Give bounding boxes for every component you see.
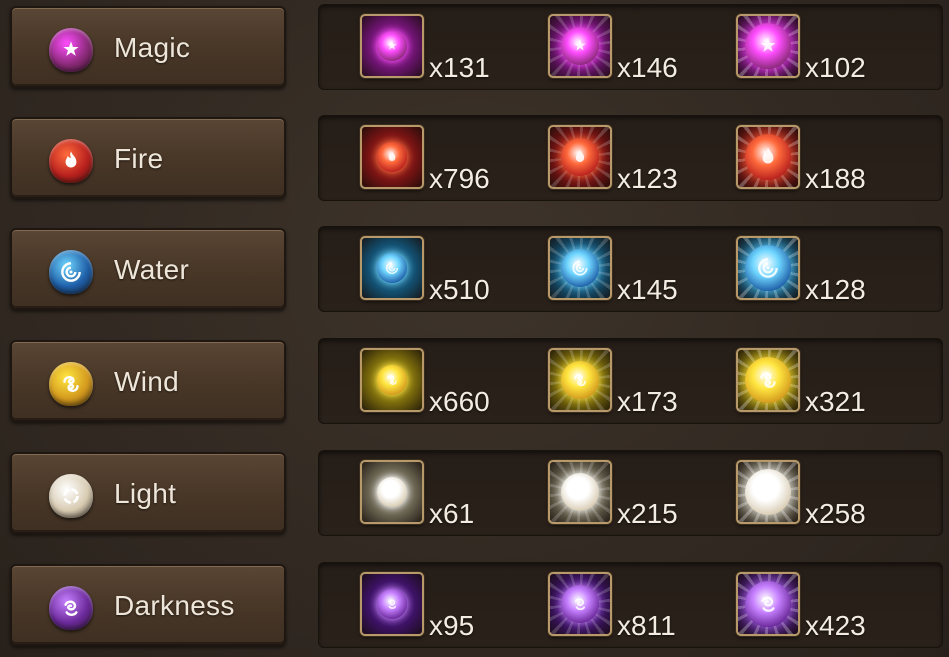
essence-item-mid[interactable]: x811 xyxy=(548,572,698,646)
essence-item-mid[interactable]: x146 xyxy=(548,14,698,88)
wind-essence-high-icon xyxy=(736,348,800,412)
element-row-fire: Fire x796 x123 x188 xyxy=(0,111,949,206)
essence-count: x146 xyxy=(617,52,678,83)
water-essence-mid-icon xyxy=(548,236,612,300)
light-essence-low-icon xyxy=(360,460,424,524)
element-label: Magic xyxy=(114,32,191,63)
essence-count: x128 xyxy=(805,274,866,305)
essence-item-mid[interactable]: x173 xyxy=(548,348,698,422)
essence-item-high[interactable]: x128 xyxy=(736,236,886,310)
wind-rune-icon xyxy=(49,362,93,406)
fire-rune-icon xyxy=(49,139,93,183)
essence-count: x215 xyxy=(617,498,678,529)
element-row-wind: Wind x660 x173 x321 xyxy=(0,334,949,429)
element-tab-water[interactable]: Water xyxy=(10,228,286,310)
essence-count: x660 xyxy=(429,386,490,417)
water-rune-icon xyxy=(49,250,93,294)
element-tab-magic[interactable]: Magic xyxy=(10,6,286,88)
water-essence-low-icon xyxy=(360,236,424,300)
essence-count: x321 xyxy=(805,386,866,417)
wind-essence-low-icon xyxy=(360,348,424,412)
essence-item-high[interactable]: x258 xyxy=(736,460,886,534)
element-row-light: Light x61 x215 x258 xyxy=(0,446,949,541)
essence-count: x811 xyxy=(617,610,676,641)
essence-count: x510 xyxy=(429,274,490,305)
essence-item-high[interactable]: x102 xyxy=(736,14,886,88)
fire-essence-high-icon xyxy=(736,125,800,189)
element-row-darkness: Darkness x95 x811 x423 xyxy=(0,558,949,653)
essence-count: x796 xyxy=(429,163,490,194)
fire-essence-mid-icon xyxy=(548,125,612,189)
light-essence-high-icon xyxy=(736,460,800,524)
element-label: Fire xyxy=(114,143,164,174)
darkness-rune-icon xyxy=(49,586,93,630)
essence-item-mid[interactable]: x215 xyxy=(548,460,698,534)
essence-count: x131 xyxy=(429,52,490,83)
essence-item-low[interactable]: x95 xyxy=(360,572,510,646)
element-label: Wind xyxy=(114,366,179,397)
element-label: Light xyxy=(114,478,177,509)
element-tab-light[interactable]: Light xyxy=(10,452,286,534)
essence-item-high[interactable]: x188 xyxy=(736,125,886,199)
essence-panel: x510 x145 x128 xyxy=(318,226,943,312)
essence-count: x173 xyxy=(617,386,678,417)
essence-item-mid[interactable]: x145 xyxy=(548,236,698,310)
element-tab-fire[interactable]: Fire xyxy=(10,117,286,199)
essence-item-low[interactable]: x796 xyxy=(360,125,510,199)
essence-count: x102 xyxy=(805,52,866,83)
element-row-magic: Magic x131 x146 x102 xyxy=(0,0,949,95)
element-row-water: Water x510 x145 x128 xyxy=(0,222,949,317)
element-tab-darkness[interactable]: Darkness xyxy=(10,564,286,646)
essence-panel: x660 x173 x321 xyxy=(318,338,943,424)
light-rune-icon xyxy=(49,474,93,518)
light-essence-mid-icon xyxy=(548,460,612,524)
essence-count: x123 xyxy=(617,163,678,194)
magic-rune-icon xyxy=(49,28,93,72)
essence-count: x61 xyxy=(429,498,475,529)
essence-count: x188 xyxy=(805,163,866,194)
magic-essence-high-icon xyxy=(736,14,800,78)
magic-essence-mid-icon xyxy=(548,14,612,78)
essence-item-high[interactable]: x423 xyxy=(736,572,886,646)
essence-item-high[interactable]: x321 xyxy=(736,348,886,422)
element-label: Water xyxy=(114,254,190,285)
essence-item-low[interactable]: x131 xyxy=(360,14,510,88)
essence-item-mid[interactable]: x123 xyxy=(548,125,698,199)
essence-count: x423 xyxy=(805,610,866,641)
essence-panel: x131 x146 x102 xyxy=(318,4,943,90)
essence-panel: x61 x215 x258 xyxy=(318,450,943,536)
fire-essence-low-icon xyxy=(360,125,424,189)
essence-count: x258 xyxy=(805,498,866,529)
essence-count: x95 xyxy=(429,610,475,641)
element-label: Darkness xyxy=(114,590,235,621)
essence-item-low[interactable]: x61 xyxy=(360,460,510,534)
darkness-essence-low-icon xyxy=(360,572,424,636)
darkness-essence-high-icon xyxy=(736,572,800,636)
magic-essence-low-icon xyxy=(360,14,424,78)
essence-count: x145 xyxy=(617,274,678,305)
water-essence-high-icon xyxy=(736,236,800,300)
essence-item-low[interactable]: x510 xyxy=(360,236,510,310)
element-tab-wind[interactable]: Wind xyxy=(10,340,286,422)
essence-item-low[interactable]: x660 xyxy=(360,348,510,422)
darkness-essence-mid-icon xyxy=(548,572,612,636)
essence-panel: x796 x123 x188 xyxy=(318,115,943,201)
essence-panel: x95 x811 x423 xyxy=(318,562,943,648)
wind-essence-mid-icon xyxy=(548,348,612,412)
